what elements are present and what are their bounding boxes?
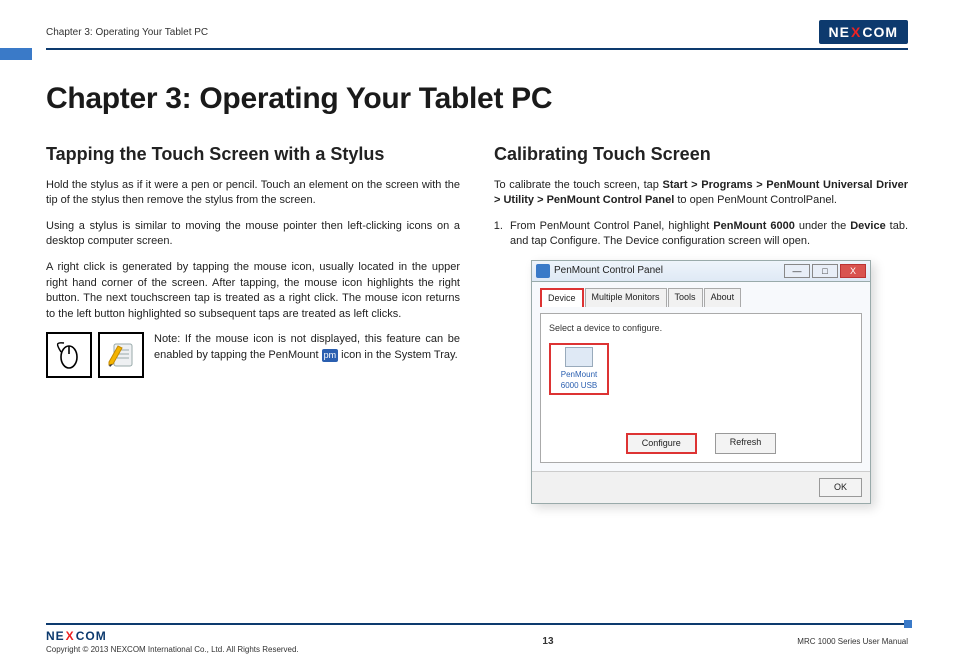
notepad-pencil-icon [98, 332, 144, 378]
header-chapter-ref: Chapter 3: Operating Your Tablet PC [46, 27, 208, 38]
tab-tools[interactable]: Tools [668, 288, 703, 307]
dialog-tabs: Device Multiple Monitors Tools About [540, 288, 862, 307]
content-columns: Tapping the Touch Screen with a Stylus H… [46, 142, 908, 504]
dialog-title-icon [536, 264, 550, 278]
note-icons [46, 332, 144, 378]
footer-copyright: Copyright © 2013 NEXCOM International Co… [46, 645, 299, 654]
configure-button[interactable]: Configure [626, 433, 697, 454]
maximize-button[interactable]: □ [812, 264, 838, 278]
device-item-penmount-6000[interactable]: PenMount 6000 USB [549, 343, 609, 396]
window-buttons: — □ X [784, 264, 866, 278]
page-footer: NEXCOM Copyright © 2013 NEXCOM Internati… [46, 623, 908, 654]
pm-badge-icon: pm [322, 349, 339, 362]
page-header: Chapter 3: Operating Your Tablet PC NEXC… [46, 20, 908, 44]
penmount-dialog: PenMount Control Panel — □ X Device Mult… [531, 260, 871, 504]
chapter-title: Chapter 3: Operating Your Tablet PC [46, 82, 908, 116]
minimize-button[interactable]: — [784, 264, 810, 278]
header-rule [46, 48, 908, 50]
left-heading: Tapping the Touch Screen with a Stylus [46, 142, 460, 168]
dialog-footer: OK [532, 471, 870, 503]
left-p2: Using a stylus is similar to moving the … [46, 219, 460, 250]
right-intro: To calibrate the touch screen, tap Start… [494, 178, 908, 209]
tab-about[interactable]: About [704, 288, 742, 307]
page-number: 13 [542, 636, 553, 647]
refresh-button[interactable]: Refresh [715, 433, 777, 454]
footer-tick-icon [904, 620, 912, 628]
step-1: From PenMount Control Panel, highlight P… [506, 219, 908, 250]
left-p1: Hold the stylus as if it were a pen or p… [46, 178, 460, 209]
nexcom-logo: NEXCOM [819, 20, 908, 44]
mouse-icon [46, 332, 92, 378]
left-p3: A right click is generated by tapping th… [46, 260, 460, 322]
footer-doc-title: MRC 1000 Series User Manual [797, 637, 908, 646]
tab-device[interactable]: Device [540, 288, 584, 307]
dialog-instruction: Select a device to configure. [549, 322, 853, 335]
footer-rule [46, 623, 908, 625]
device-icon [565, 347, 593, 367]
dialog-titlebar: PenMount Control Panel — □ X [532, 261, 870, 282]
tab-multiple-monitors[interactable]: Multiple Monitors [585, 288, 667, 307]
note-box: Note: If the mouse icon is not displayed… [46, 332, 460, 378]
header-accent-block [0, 48, 32, 60]
dialog-button-row: Configure Refresh [541, 433, 861, 454]
right-column: Calibrating Touch Screen To calibrate th… [494, 142, 908, 504]
close-button[interactable]: X [840, 264, 866, 278]
steps-list: From PenMount Control Panel, highlight P… [506, 219, 908, 250]
footer-logo: NEXCOM [46, 629, 107, 643]
dialog-title-text: PenMount Control Panel [554, 264, 663, 278]
dialog-body: Device Multiple Monitors Tools About Sel… [532, 282, 870, 471]
dialog-inner-panel: Select a device to configure. PenMount 6… [540, 313, 862, 463]
left-column: Tapping the Touch Screen with a Stylus H… [46, 142, 460, 504]
ok-button[interactable]: OK [819, 478, 862, 497]
note-text: Note: If the mouse icon is not displayed… [154, 332, 460, 363]
right-heading: Calibrating Touch Screen [494, 142, 908, 168]
footer-left: NEXCOM Copyright © 2013 NEXCOM Internati… [46, 629, 299, 654]
